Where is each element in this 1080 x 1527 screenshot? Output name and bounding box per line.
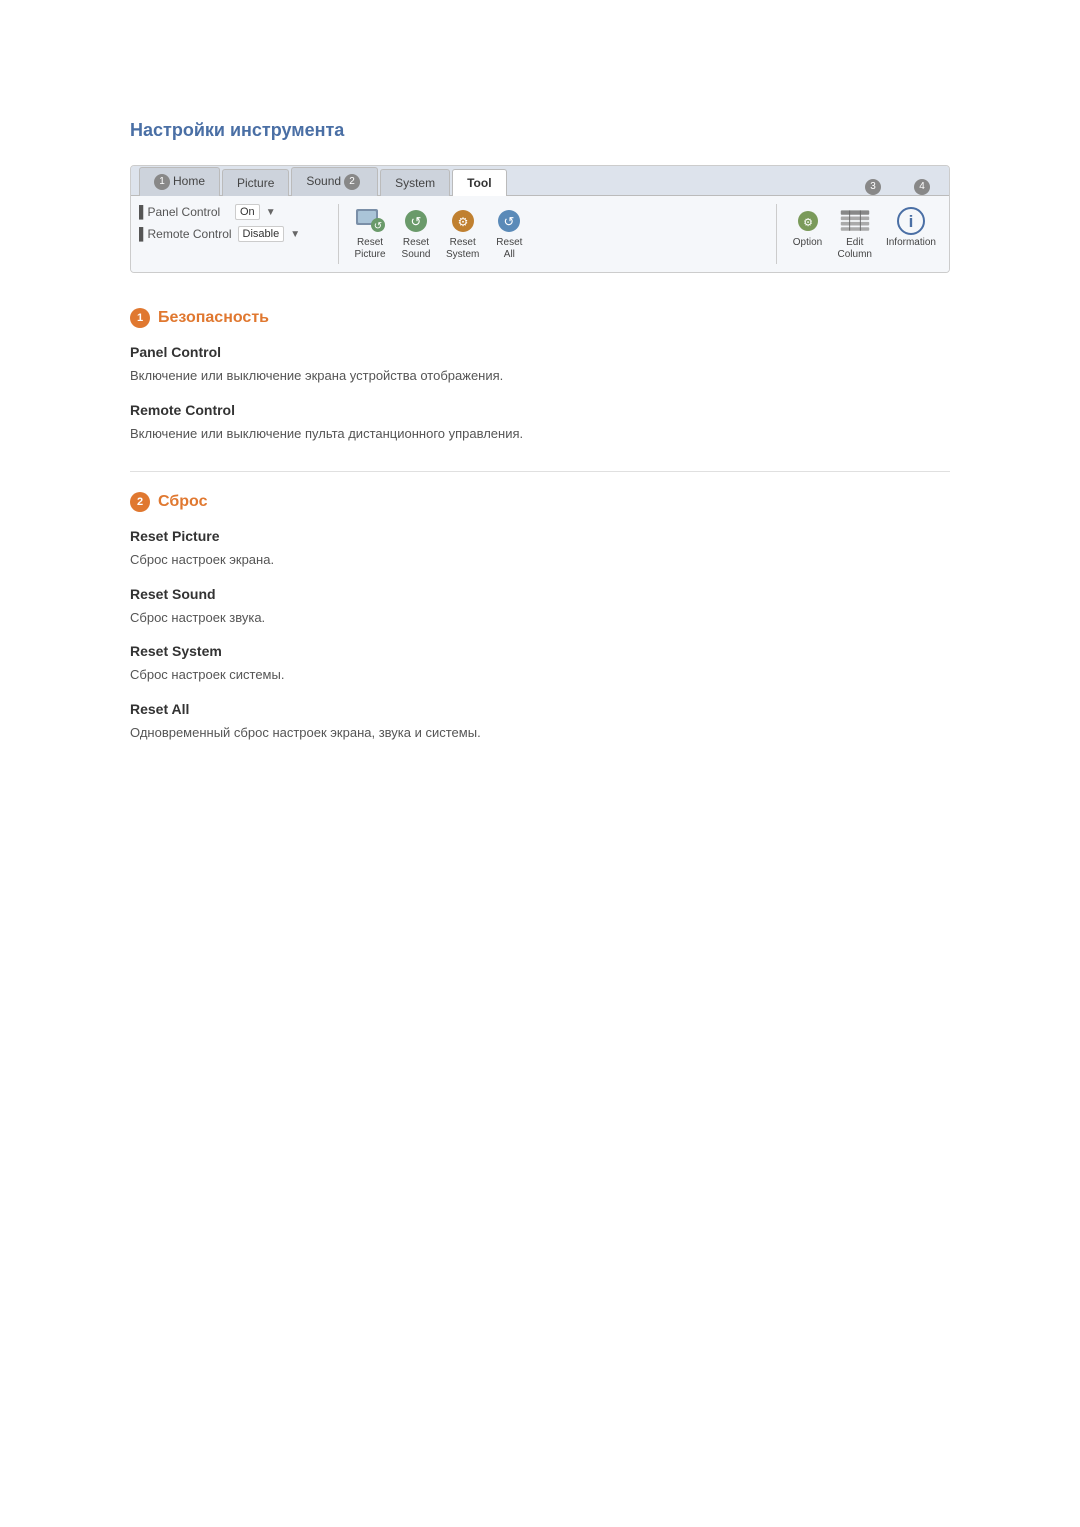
- section-security: 1 Безопасность Panel Control Включение и…: [130, 308, 950, 443]
- reset-sound-button[interactable]: ↺ ResetSound: [395, 204, 437, 264]
- reset-sound-icon: ↺: [400, 207, 432, 235]
- reset-all-subsection-title: Reset All: [130, 701, 950, 717]
- section-security-heading: 1 Безопасность: [130, 308, 950, 328]
- badge-1: 1: [154, 174, 170, 190]
- tab-picture[interactable]: Picture: [222, 169, 289, 196]
- badge-3: 3: [865, 179, 881, 195]
- toolbar-reset-buttons: ↺ ResetPicture ↺ ResetSound: [349, 204, 777, 264]
- reset-system-subsection-title: Reset System: [130, 643, 950, 659]
- reset-sound-subsection-desc: Сброс настроек звука.: [130, 608, 950, 628]
- reset-sound-subsection-title: Reset Sound: [130, 586, 950, 602]
- reset-sound-subsection: Reset Sound Сброс настроек звука.: [130, 586, 950, 628]
- panel-control-value: On: [235, 204, 260, 220]
- badge-4: 4: [914, 179, 930, 195]
- tab-home[interactable]: 1Home: [139, 167, 220, 196]
- reset-picture-label: ResetPicture: [354, 237, 385, 261]
- information-label: Information: [886, 237, 936, 249]
- svg-text:↺: ↺: [504, 214, 515, 229]
- svg-text:⚙: ⚙: [803, 217, 813, 229]
- badge-2: 2: [344, 174, 360, 190]
- remote-control-label: ▌Remote Control: [139, 227, 232, 241]
- reset-system-label: ResetSystem: [446, 237, 479, 261]
- toolbar-tabs: 1Home Picture Sound2 System Tool 3 4: [131, 166, 949, 196]
- information-icon: i: [895, 207, 927, 235]
- panel-control-row: ▌Panel Control On ▼: [139, 204, 328, 220]
- section-title-2: Сброс: [158, 493, 207, 511]
- reset-all-subsection: Reset All Одновременный сброс настроек э…: [130, 701, 950, 743]
- panel-control-arrow[interactable]: ▼: [266, 207, 276, 218]
- information-button[interactable]: i Information: [881, 204, 941, 252]
- remote-control-row: ▌Remote Control Disable ▼: [139, 226, 328, 242]
- reset-system-subsection: Reset System Сброс настроек системы.: [130, 643, 950, 685]
- toolbar-right-buttons: ⚙ Option: [787, 204, 942, 264]
- reset-system-subsection-desc: Сброс настроек системы.: [130, 665, 950, 685]
- reset-picture-subsection-desc: Сброс настроек экрана.: [130, 550, 950, 570]
- toolbar-box: 1Home Picture Sound2 System Tool 3 4 ▌Pa…: [130, 165, 950, 273]
- remote-control-subsection: Remote Control Включение или выключение …: [130, 402, 950, 444]
- reset-system-icon: ⚙: [447, 207, 479, 235]
- tab-system[interactable]: System: [380, 169, 450, 196]
- option-icon: ⚙: [792, 207, 824, 235]
- reset-all-subsection-desc: Одновременный сброс настроек экрана, зву…: [130, 723, 950, 743]
- option-button[interactable]: ⚙ Option: [787, 204, 829, 252]
- remote-control-arrow[interactable]: ▼: [290, 229, 300, 240]
- toolbar-body: ▌Panel Control On ▼ ▌Remote Control Disa…: [131, 196, 949, 272]
- tab-sound[interactable]: Sound2: [291, 167, 378, 196]
- section-badge-1: 1: [130, 308, 150, 328]
- reset-picture-icon: ↺: [354, 207, 386, 235]
- edit-column-icon: [839, 207, 871, 235]
- reset-system-button[interactable]: ⚙ ResetSystem: [441, 204, 484, 264]
- tab-tool[interactable]: Tool: [452, 169, 506, 196]
- section-reset: 2 Сброс Reset Picture Сброс настроек экр…: [130, 492, 950, 742]
- reset-all-label: ResetAll: [496, 237, 522, 261]
- toolbar-left-controls: ▌Panel Control On ▼ ▌Remote Control Disa…: [139, 204, 339, 264]
- edit-column-label: EditColumn: [838, 237, 872, 261]
- reset-all-icon: ↺: [493, 207, 525, 235]
- edit-column-button[interactable]: EditColumn: [833, 204, 877, 264]
- svg-text:↺: ↺: [411, 214, 422, 229]
- reset-picture-button[interactable]: ↺ ResetPicture: [349, 204, 391, 264]
- panel-control-label: ▌Panel Control: [139, 205, 229, 219]
- panel-control-subsection: Panel Control Включение или выключение э…: [130, 344, 950, 386]
- remote-control-value: Disable: [238, 226, 285, 242]
- reset-sound-label: ResetSound: [402, 237, 431, 261]
- svg-text:⚙: ⚙: [457, 215, 468, 229]
- svg-text:i: i: [909, 212, 914, 231]
- svg-text:↺: ↺: [374, 221, 382, 232]
- panel-control-subsection-title: Panel Control: [130, 344, 950, 360]
- remote-control-subsection-title: Remote Control: [130, 402, 950, 418]
- reset-picture-subsection-title: Reset Picture: [130, 528, 950, 544]
- remote-control-subsection-desc: Включение или выключение пульта дистанци…: [130, 424, 950, 444]
- section-badge-2: 2: [130, 492, 150, 512]
- section-reset-heading: 2 Сброс: [130, 492, 950, 512]
- panel-control-subsection-desc: Включение или выключение экрана устройст…: [130, 366, 950, 386]
- option-label: Option: [793, 237, 822, 249]
- reset-all-button[interactable]: ↺ ResetAll: [488, 204, 530, 264]
- section-title-1: Безопасность: [158, 309, 269, 327]
- section-divider: [130, 471, 950, 472]
- page-title: Настройки инструмента: [130, 120, 950, 141]
- page-container: Настройки инструмента 1Home Picture Soun…: [0, 0, 1080, 850]
- reset-picture-subsection: Reset Picture Сброс настроек экрана.: [130, 528, 950, 570]
